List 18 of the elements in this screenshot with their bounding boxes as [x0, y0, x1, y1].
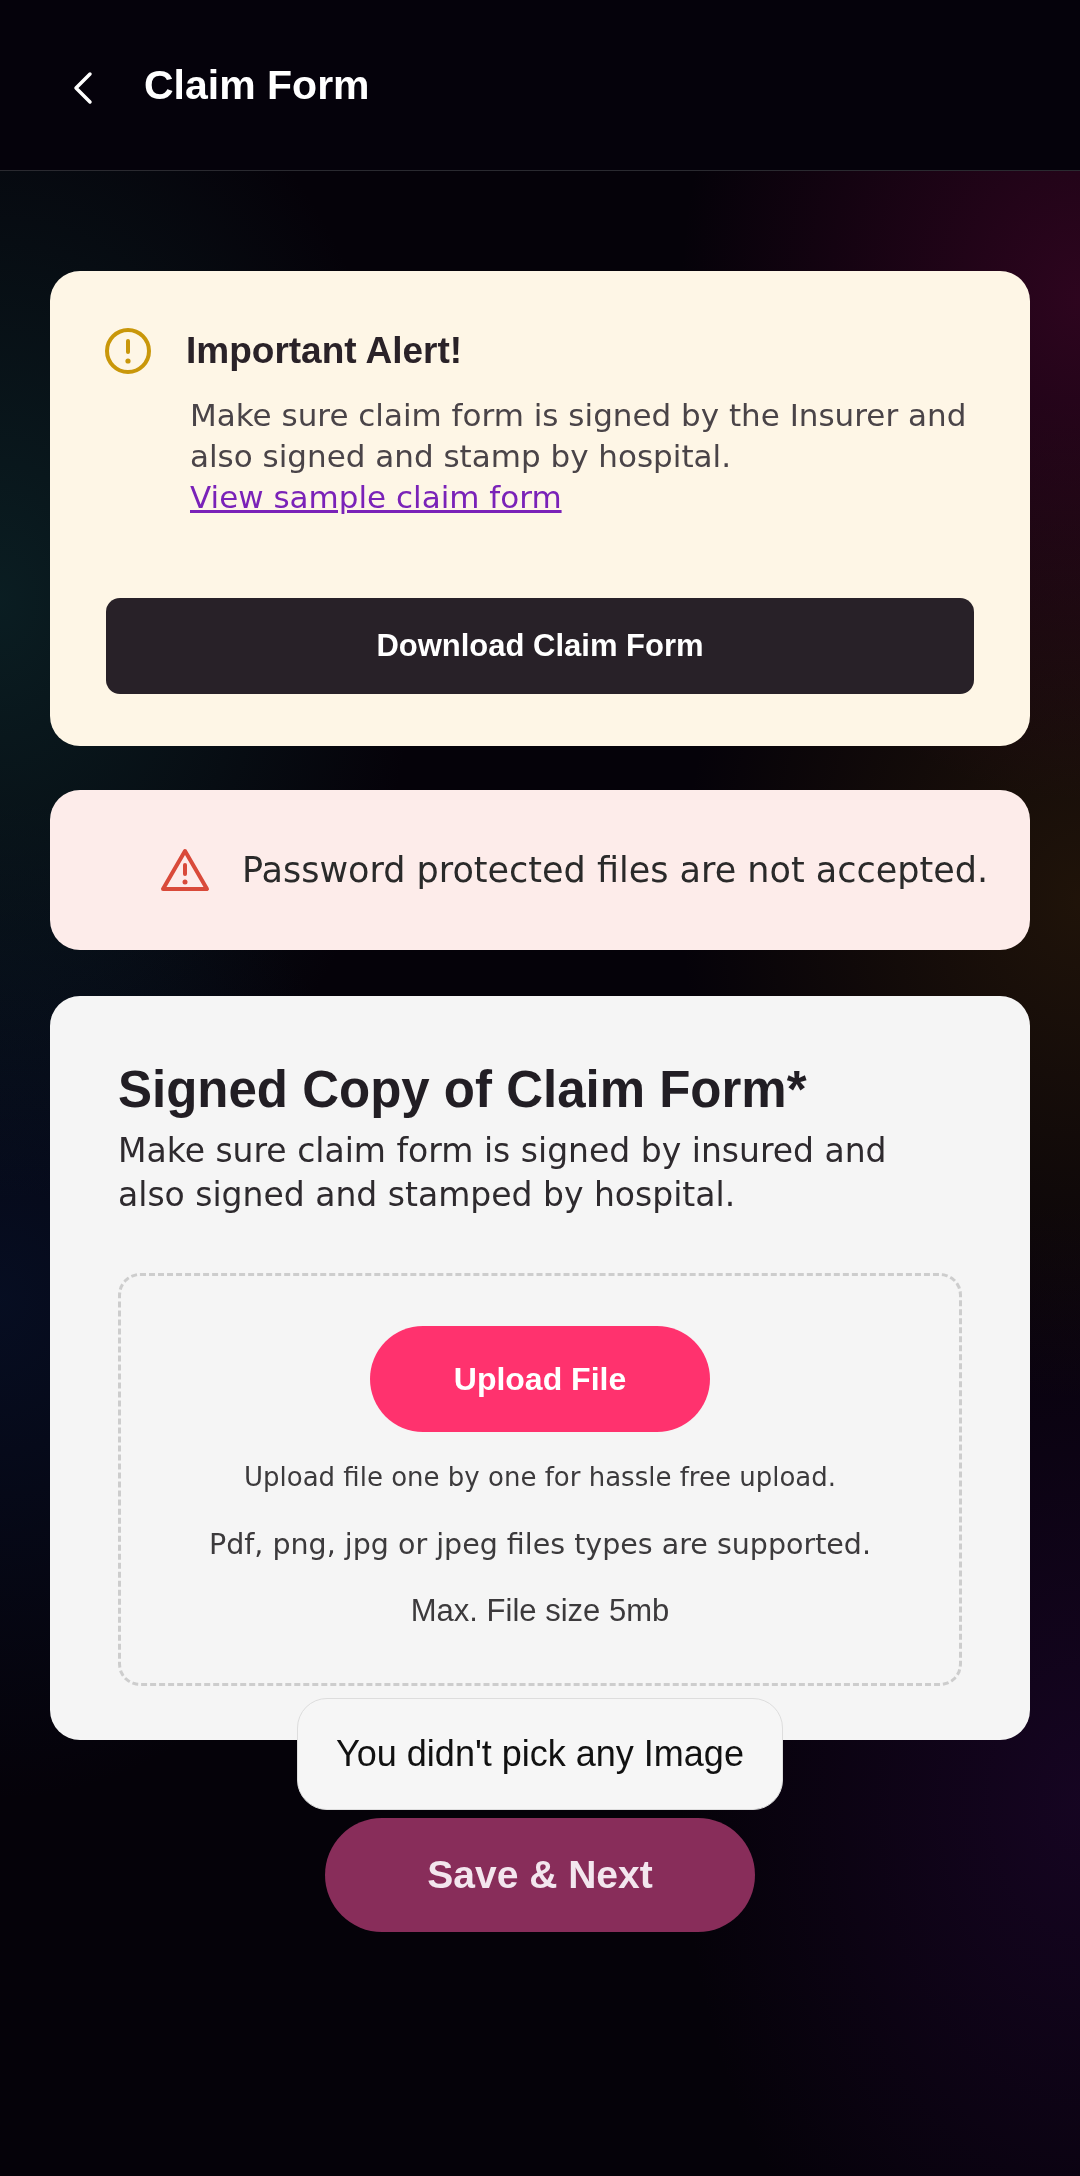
alert-message: Make sure claim form is signed by the Insurer and also signed and stamp by hospital. View sample claim form [190, 396, 968, 517]
upload-button[interactable]: Upload File [370, 1326, 710, 1432]
upload-note: Max. File size 5mb [410, 1593, 670, 1629]
warning-icon [160, 848, 210, 892]
exclamation-circle-icon [104, 327, 152, 375]
back-button[interactable] [72, 71, 94, 105]
upload-note: Upload file one by one for hassle free upload. [244, 1462, 836, 1492]
upload-dropzone[interactable]: Upload File Upload file one by one for hassle free upload. Pdf, png, jpg or jpeg files types are supported. Max. File size 5mb [118, 1273, 962, 1686]
section-description: Make sure claim form is signed by insured and also signed and stamped by hospital. [118, 1130, 888, 1216]
toast-message: You didn't pick any Image [297, 1698, 783, 1810]
download-button[interactable]: Download Claim Form [106, 598, 974, 694]
alert-title: Important Alert! [186, 330, 463, 372]
section-title: Signed Copy of Claim Form* [118, 1060, 808, 1119]
upload-note: Pdf, png, jpg or jpeg files types are supported. [209, 1528, 871, 1561]
page-title: Claim Form [144, 61, 370, 109]
back-icon [72, 71, 94, 105]
warning-text: Password protected files are not accepted. [242, 850, 989, 890]
sample-form-link[interactable]: View sample claim form [190, 479, 562, 515]
